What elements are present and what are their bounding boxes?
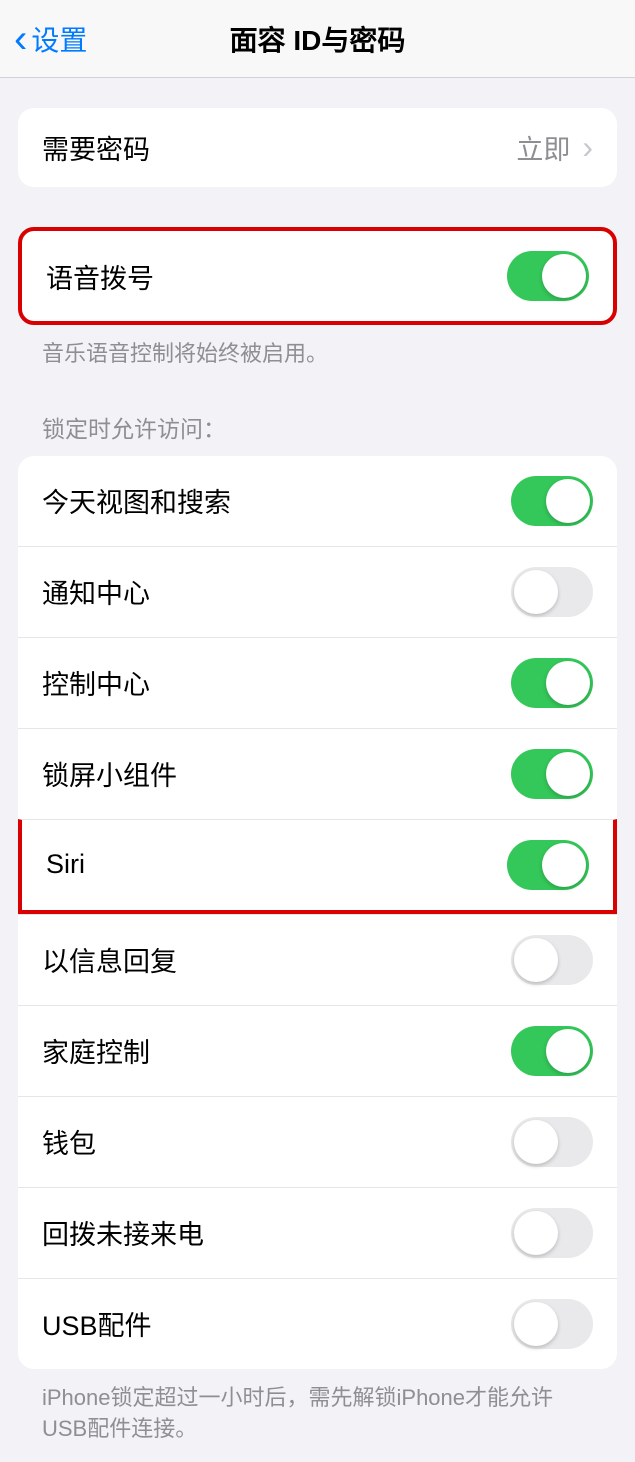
locked-access-row: 锁屏小组件 [18, 728, 617, 819]
locked-access-label: USB配件 [42, 1304, 511, 1343]
locked-access-row: USB配件 [18, 1278, 617, 1369]
locked-access-label: 锁屏小组件 [42, 754, 511, 793]
back-label: 设置 [31, 19, 87, 59]
chevron-right-icon: › [582, 129, 593, 166]
locked-access-header: 锁定时允许访问： [18, 370, 617, 456]
page-title: 面容 ID与密码 [0, 19, 635, 59]
locked-access-group: 今天视图和搜索通知中心控制中心锁屏小组件 Siri 以信息回复家庭控制钱包回拨未接来… [18, 456, 617, 1369]
locked-access-toggle[interactable] [511, 1026, 593, 1076]
require-passcode-label: 需要密码 [42, 128, 516, 167]
locked-access-label: Siri [46, 849, 507, 880]
locked-access-toggle[interactable] [511, 567, 593, 617]
require-passcode-row[interactable]: 需要密码 立即 › [18, 108, 617, 187]
voice-dial-footer: 音乐语音控制将始终被启用。 [18, 325, 617, 370]
locked-access-row: Siri [18, 819, 617, 914]
locked-access-toggle[interactable] [511, 476, 593, 526]
require-passcode-group: 需要密码 立即 › [18, 108, 617, 187]
back-button[interactable]: ‹ 设置 [0, 19, 87, 59]
locked-access-row: 控制中心 [18, 637, 617, 728]
locked-access-toggle[interactable] [511, 1208, 593, 1258]
nav-header: ‹ 设置 面容 ID与密码 [0, 0, 635, 78]
voice-dial-label: 语音拨号 [46, 257, 507, 296]
locked-access-label: 以信息回复 [42, 940, 511, 979]
chevron-left-icon: ‹ [14, 19, 27, 59]
locked-access-label: 通知中心 [42, 572, 511, 611]
locked-access-toggle[interactable] [511, 749, 593, 799]
locked-access-label: 回拨未接来电 [42, 1213, 511, 1252]
locked-access-toggle[interactable] [507, 840, 589, 890]
locked-access-row: 今天视图和搜索 [18, 456, 617, 546]
locked-access-row: 以信息回复 [18, 914, 617, 1005]
locked-access-label: 今天视图和搜索 [42, 481, 511, 520]
locked-access-label: 控制中心 [42, 663, 511, 702]
locked-access-row: 通知中心 [18, 546, 617, 637]
locked-access-row: 钱包 [18, 1096, 617, 1187]
voice-dial-row: 语音拨号 [22, 231, 613, 321]
locked-access-row: 家庭控制 [18, 1005, 617, 1096]
require-passcode-value: 立即 [516, 128, 570, 167]
locked-access-toggle[interactable] [511, 1117, 593, 1167]
voice-dial-group: 语音拨号 [18, 227, 617, 325]
voice-dial-toggle[interactable] [507, 251, 589, 301]
locked-access-label: 家庭控制 [42, 1031, 511, 1070]
locked-access-label: 钱包 [42, 1122, 511, 1161]
locked-access-row: 回拨未接来电 [18, 1187, 617, 1278]
locked-access-toggle[interactable] [511, 658, 593, 708]
locked-access-footer: iPhone锁定超过一小时后，需先解锁iPhone才能允许USB配件连接。 [18, 1369, 617, 1445]
locked-access-toggle[interactable] [511, 935, 593, 985]
locked-access-toggle[interactable] [511, 1299, 593, 1349]
